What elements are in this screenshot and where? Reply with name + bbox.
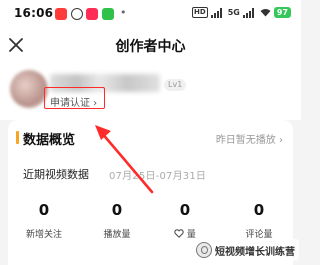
data-overview-title: 数据概览	[23, 133, 76, 148]
yesterday-status-link[interactable]: 昨日暂无播放 ›	[216, 131, 283, 146]
status-indicators: HD 5G 97	[192, 7, 291, 18]
status-bar: 16:06 • HD 5G 97	[0, 0, 301, 28]
watermark-logo-icon	[196, 242, 212, 258]
header-bar: 创作者中心	[0, 28, 301, 64]
date-range: 07月25日-07月31日	[109, 171, 207, 182]
level-badge: Lv1	[164, 79, 187, 91]
watermark: 短视频增长训练营	[192, 239, 299, 261]
section-accent-bar	[16, 131, 19, 144]
metric-label: 播放量	[103, 230, 131, 240]
avatar[interactable]	[10, 70, 48, 108]
more-notifications-icon: •	[120, 6, 127, 19]
page-title: 创作者中心	[115, 39, 186, 55]
notification-app-icon	[71, 8, 83, 20]
metric-new-followers[interactable]: 0 新增关注	[9, 200, 79, 240]
network-type: 5G	[227, 8, 240, 17]
notification-app-icon	[55, 8, 67, 20]
signal-icon	[210, 7, 225, 18]
metric-value: 0	[253, 201, 265, 219]
metric-value: 0	[179, 201, 191, 219]
metric-value: 0	[38, 201, 50, 219]
notification-app-icon	[86, 8, 98, 20]
annotation-highlight-box	[44, 87, 105, 109]
metric-comments[interactable]: 0 评论量	[224, 200, 294, 240]
battery-icon: 97	[273, 7, 291, 18]
signal-icon	[242, 7, 257, 18]
status-time: 16:06	[14, 6, 54, 20]
wifi-icon	[260, 9, 271, 17]
metric-label: 新增关注	[25, 230, 62, 240]
recent-video-data-label: 近期视频数据	[23, 168, 89, 181]
notification-app-icon	[102, 8, 114, 20]
watermark-text: 短视频增长训练营	[215, 246, 295, 258]
metric-plays[interactable]: 0 播放量	[82, 200, 152, 240]
metric-likes[interactable]: 0 量	[150, 200, 220, 240]
hd-badge: HD	[192, 7, 208, 18]
metric-value: 0	[111, 201, 123, 219]
heart-icon	[174, 229, 184, 238]
